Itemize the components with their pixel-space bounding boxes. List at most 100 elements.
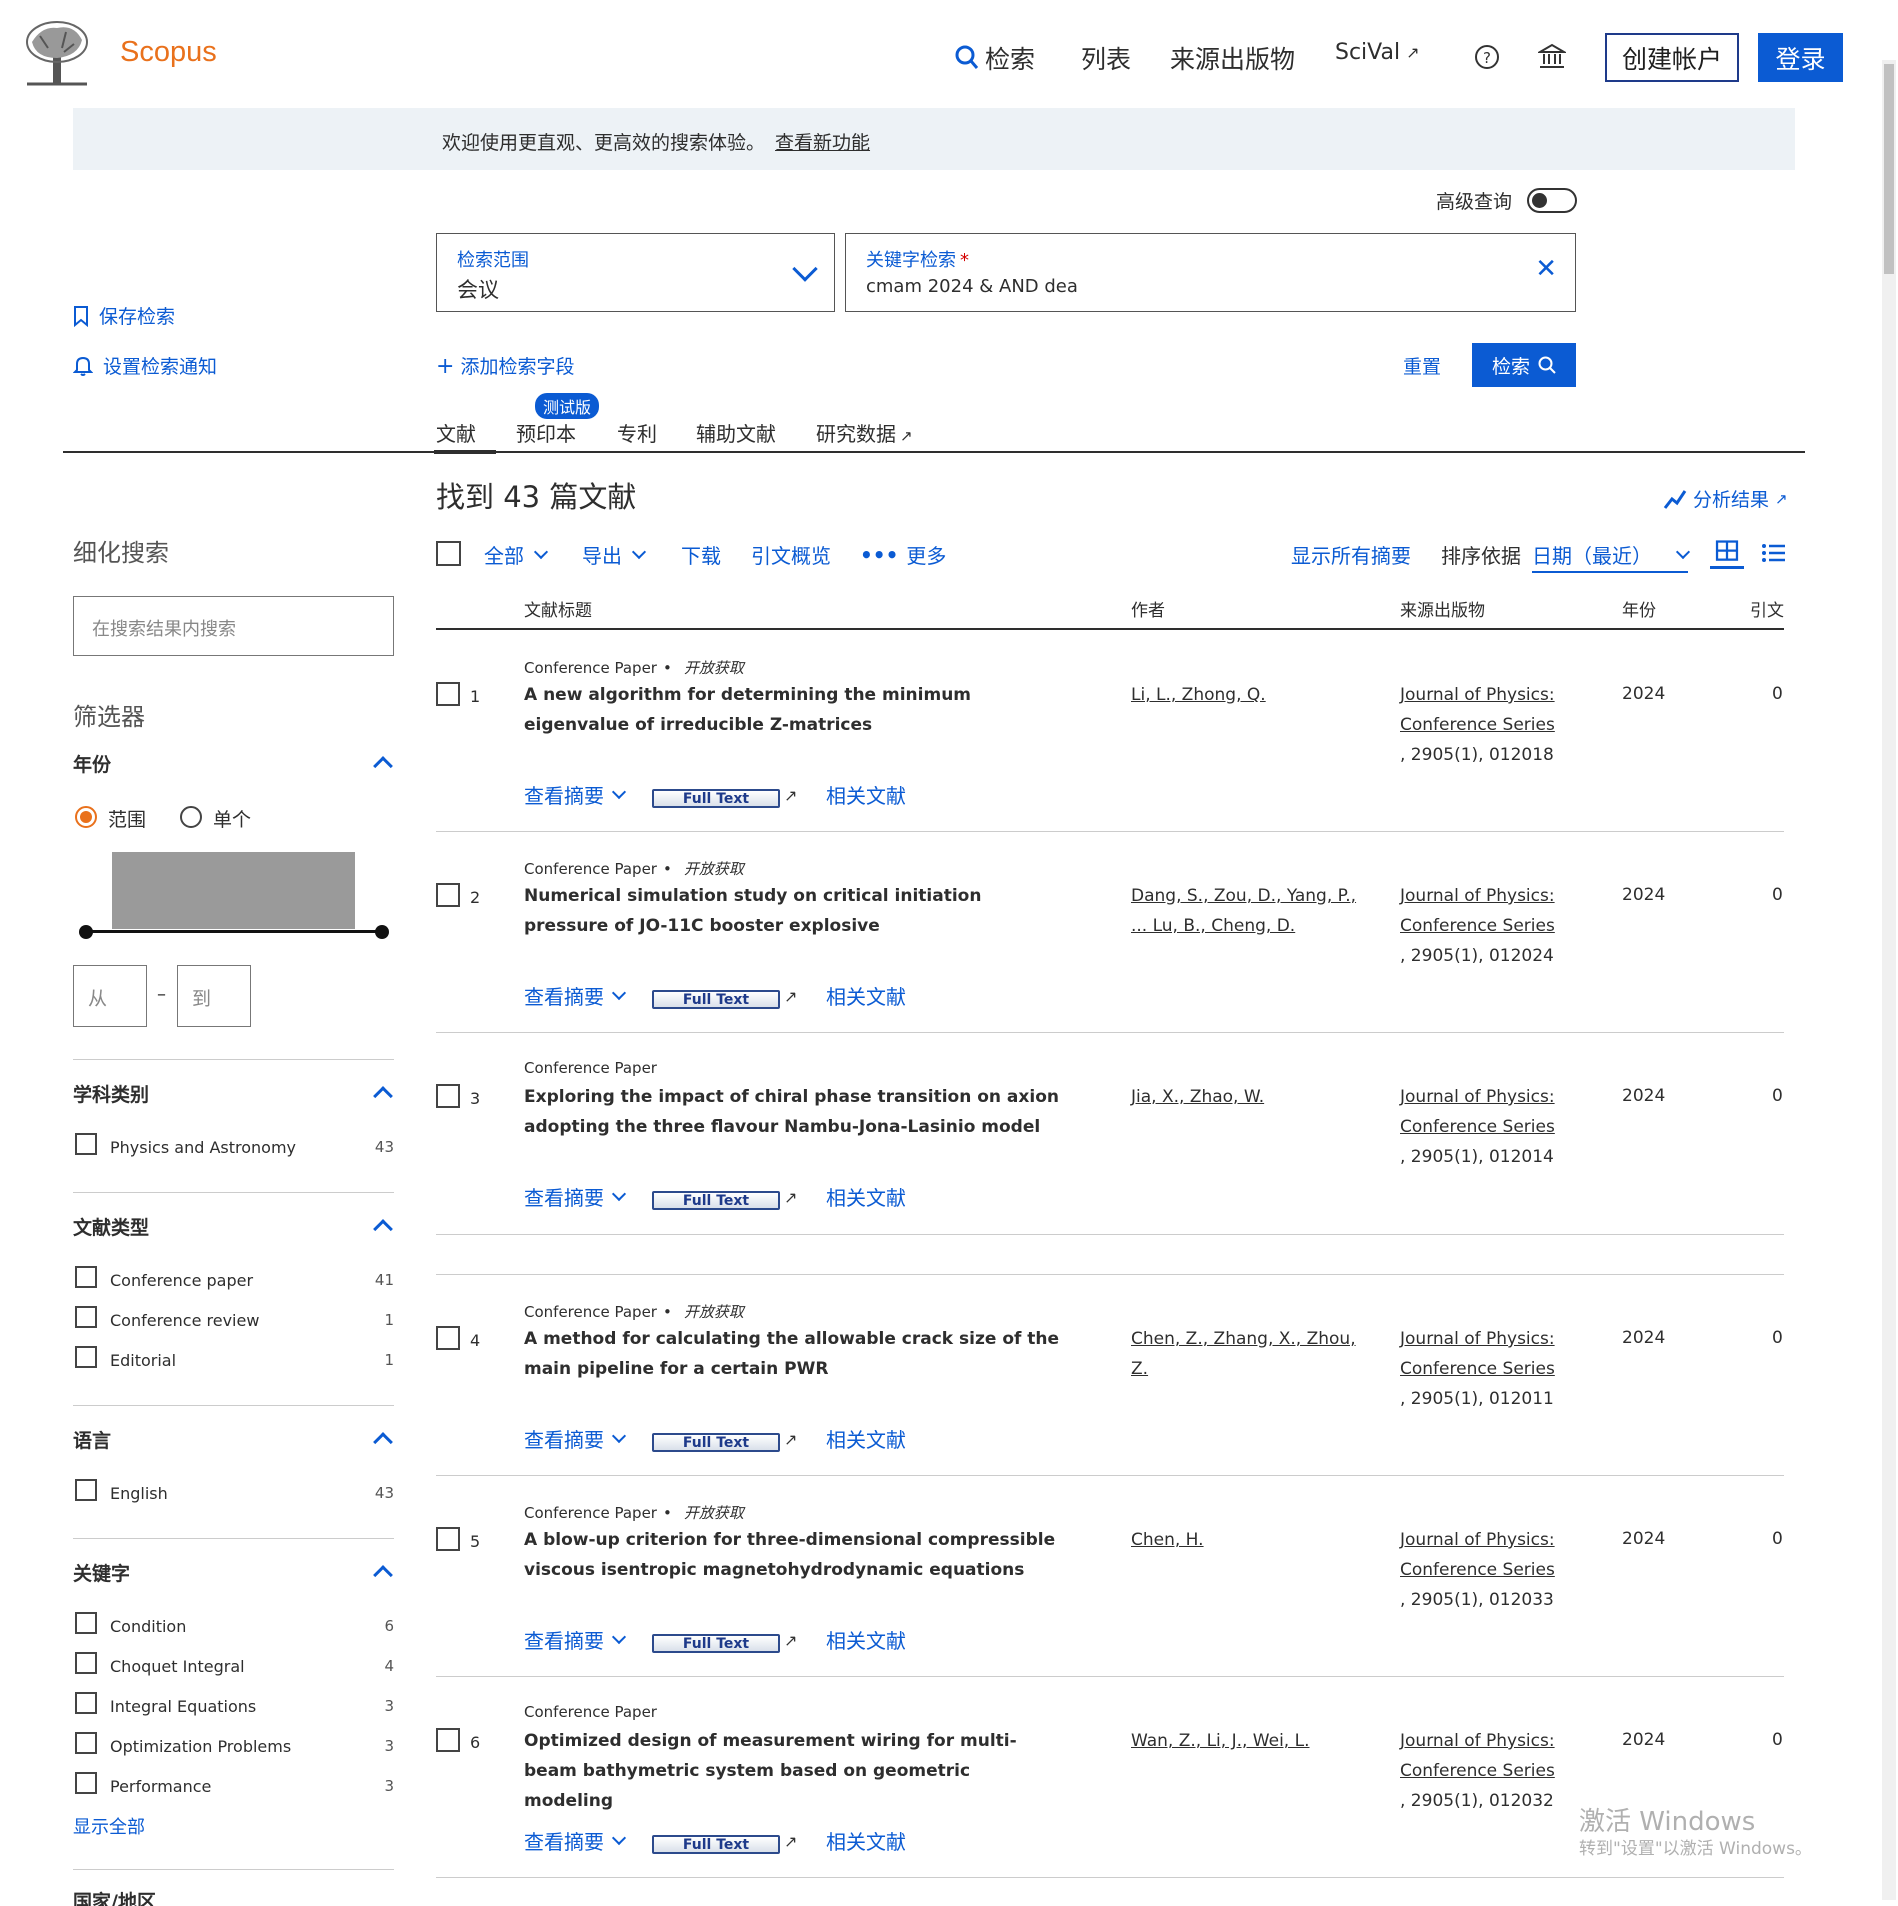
- filter-checkbox[interactable]: [75, 1772, 97, 1794]
- document-title-link[interactable]: Exploring the impact of chiral phase tra…: [524, 1082, 1064, 1142]
- set-alert-link[interactable]: 设置检索通知: [73, 352, 217, 379]
- search-within-results-input[interactable]: 在搜索结果内搜索: [73, 596, 394, 656]
- page-scrollbar[interactable]: [1882, 60, 1896, 1900]
- column-source[interactable]: 来源出版物: [1400, 596, 1485, 621]
- download-button[interactable]: 下载: [681, 540, 721, 569]
- year-slider-max-handle[interactable]: [375, 925, 389, 939]
- sort-select[interactable]: 日期（最近）: [1532, 540, 1691, 573]
- author-links[interactable]: Li, L., Zhong, Q.: [1131, 680, 1371, 710]
- row-checkbox[interactable]: [436, 1084, 460, 1108]
- add-search-field-button[interactable]: + 添加检索字段: [436, 352, 574, 379]
- document-title-link[interactable]: A method for calculating the allowable c…: [524, 1324, 1064, 1384]
- filter-checkbox[interactable]: [75, 1346, 97, 1368]
- tab-documents[interactable]: 文献: [434, 418, 496, 454]
- table-view-icon[interactable]: [1710, 537, 1744, 569]
- row-checkbox[interactable]: [436, 1326, 460, 1350]
- related-documents-link[interactable]: 相关文献: [826, 1424, 906, 1453]
- full-text-button[interactable]: Full Text: [652, 1835, 780, 1854]
- show-all-abstracts-button[interactable]: 显示所有摘要: [1291, 540, 1411, 569]
- filter-checkbox[interactable]: [75, 1652, 97, 1674]
- filter-checkbox[interactable]: [75, 1732, 97, 1754]
- year-slider-min-handle[interactable]: [79, 925, 93, 939]
- chevron-up-icon[interactable]: [373, 1219, 393, 1239]
- chevron-up-icon[interactable]: [373, 1086, 393, 1106]
- view-abstract-button[interactable]: 查看摘要: [524, 1424, 627, 1453]
- chevron-up-icon[interactable]: [373, 1432, 393, 1452]
- author-links[interactable]: Chen, H.: [1131, 1525, 1371, 1555]
- document-title-link[interactable]: Optimized design of measurement wiring f…: [524, 1726, 1064, 1816]
- export-dropdown[interactable]: 导出: [582, 540, 647, 569]
- view-abstract-button[interactable]: 查看摘要: [524, 981, 627, 1010]
- tab-preprints[interactable]: 预印本: [516, 418, 576, 447]
- select-all-checkbox[interactable]: [436, 541, 461, 566]
- advanced-query-toggle[interactable]: [1527, 188, 1577, 213]
- chevron-up-icon[interactable]: [373, 1565, 393, 1585]
- create-account-button[interactable]: 创建帐户: [1605, 33, 1739, 82]
- source-title-link[interactable]: Journal of Physics: Conference Series: [1400, 1525, 1590, 1585]
- view-abstract-button[interactable]: 查看摘要: [524, 1625, 627, 1654]
- full-text-button[interactable]: Full Text: [652, 789, 780, 808]
- source-title-link[interactable]: Journal of Physics: Conference Series: [1400, 1082, 1590, 1142]
- full-text-button[interactable]: Full Text: [652, 1191, 780, 1210]
- row-checkbox[interactable]: [436, 682, 460, 706]
- nav-lists[interactable]: 列表: [1081, 40, 1131, 76]
- related-documents-link[interactable]: 相关文献: [826, 1182, 906, 1211]
- filter-checkbox[interactable]: [75, 1612, 97, 1634]
- row-checkbox[interactable]: [436, 1728, 460, 1752]
- column-cited[interactable]: 引文: [1750, 596, 1784, 621]
- analyze-results-link[interactable]: 分析结果 ↗: [1663, 485, 1788, 512]
- column-title[interactable]: 文献标题: [524, 596, 592, 621]
- clear-icon[interactable]: ✕: [1535, 254, 1557, 284]
- nav-sources[interactable]: 来源出版物: [1170, 40, 1295, 76]
- year-to-input[interactable]: 到: [177, 965, 251, 1027]
- author-links[interactable]: Chen, Z., Zhang, X., Zhou, Z.: [1131, 1324, 1371, 1384]
- document-title-link[interactable]: A new algorithm for determining the mini…: [524, 680, 1064, 740]
- author-links[interactable]: Dang, S., Zou, D., Yang, P., ... Lu, B.,…: [1131, 881, 1371, 941]
- reset-button[interactable]: 重置: [1403, 352, 1441, 379]
- column-year[interactable]: 年份: [1622, 596, 1656, 621]
- related-documents-link[interactable]: 相关文献: [826, 1826, 906, 1855]
- author-links[interactable]: Wan, Z., Li, J., Wei, L.: [1131, 1726, 1371, 1756]
- institution-icon[interactable]: [1538, 42, 1566, 70]
- citation-overview-button[interactable]: 引文概览: [751, 540, 831, 569]
- filter-checkbox[interactable]: [75, 1266, 97, 1288]
- year-slider-track[interactable]: [85, 930, 383, 933]
- source-title-link[interactable]: Journal of Physics: Conference Series: [1400, 680, 1590, 740]
- related-documents-link[interactable]: 相关文献: [826, 780, 906, 809]
- source-title-link[interactable]: Journal of Physics: Conference Series: [1400, 881, 1590, 941]
- tab-secondary-documents[interactable]: 辅助文献: [696, 418, 776, 447]
- source-title-link[interactable]: Journal of Physics: Conference Series: [1400, 1324, 1590, 1384]
- help-icon[interactable]: ?: [1474, 44, 1500, 70]
- nav-scival[interactable]: SciVal ↗: [1335, 40, 1420, 65]
- filter-checkbox[interactable]: [75, 1479, 97, 1501]
- year-from-input[interactable]: 从: [73, 965, 147, 1027]
- full-text-button[interactable]: Full Text: [652, 990, 780, 1009]
- row-checkbox[interactable]: [436, 883, 460, 907]
- search-scope-select[interactable]: 检索范围 会议: [436, 233, 835, 312]
- scrollbar-thumb[interactable]: [1884, 64, 1894, 274]
- full-text-button[interactable]: Full Text: [652, 1634, 780, 1653]
- column-authors[interactable]: 作者: [1131, 596, 1165, 621]
- search-button[interactable]: 检索: [1472, 343, 1576, 387]
- save-search-link[interactable]: 保存检索: [73, 302, 175, 329]
- keyword-input[interactable]: cmam 2024 & AND dea: [866, 276, 1078, 297]
- whats-new-link[interactable]: 查看新功能: [775, 132, 870, 154]
- filter-checkbox[interactable]: [75, 1306, 97, 1328]
- chevron-up-icon[interactable]: [373, 756, 393, 776]
- list-view-icon[interactable]: [1757, 537, 1791, 569]
- filter-checkbox[interactable]: [75, 1133, 97, 1155]
- document-title-link[interactable]: A blow-up criterion for three-dimensiona…: [524, 1525, 1064, 1585]
- elsevier-logo-icon[interactable]: [22, 18, 92, 88]
- full-text-button[interactable]: Full Text: [652, 1433, 780, 1452]
- related-documents-link[interactable]: 相关文献: [826, 981, 906, 1010]
- login-button[interactable]: 登录: [1758, 33, 1843, 82]
- view-abstract-button[interactable]: 查看摘要: [524, 1182, 627, 1211]
- year-range-radio[interactable]: [75, 806, 97, 828]
- tab-research-data[interactable]: 研究数据 ↗: [816, 418, 913, 447]
- row-checkbox[interactable]: [436, 1527, 460, 1551]
- scopus-logo[interactable]: Scopus: [120, 36, 217, 69]
- filter-checkbox[interactable]: [75, 1692, 97, 1714]
- related-documents-link[interactable]: 相关文献: [826, 1625, 906, 1654]
- show-all-keywords-link[interactable]: 显示全部: [73, 1813, 145, 1839]
- select-all-dropdown[interactable]: 全部: [484, 540, 549, 569]
